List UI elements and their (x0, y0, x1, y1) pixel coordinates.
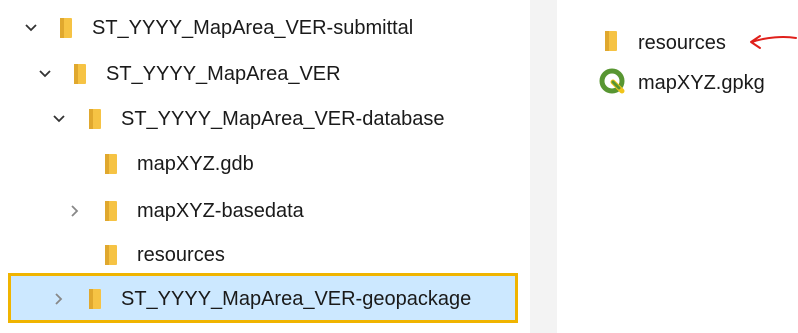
chevron-right-icon[interactable] (66, 202, 84, 220)
file-explorer-window: ST_YYYY_MapArea_VER-submittal ST_YYYY_Ma… (0, 0, 798, 333)
folder-icon (603, 30, 619, 52)
folder-icon (87, 288, 103, 310)
folder-icon (103, 200, 119, 222)
tree-item-label: ST_YYYY_MapArea_VER-submittal (92, 17, 414, 39)
folder-icon (103, 244, 119, 266)
tree-item-label: ST_YYYY_MapArea_VER (106, 63, 341, 85)
annotation-arrow-icon (750, 35, 797, 49)
folder-icon (58, 17, 74, 39)
tree-item-label: resources (137, 244, 225, 266)
qgis-icon (599, 68, 627, 96)
file-item-label: resources (638, 32, 726, 54)
folder-icon (72, 63, 88, 85)
chevron-down-icon[interactable] (22, 19, 40, 37)
chevron-right-icon[interactable] (50, 290, 68, 308)
tree-item-label: mapXYZ.gdb (137, 153, 254, 175)
folder-icon (87, 108, 103, 130)
chevron-down-icon[interactable] (36, 65, 54, 83)
tree-item-label: ST_YYYY_MapArea_VER-geopackage (121, 288, 472, 310)
file-item-label: mapXYZ.gpkg (638, 72, 765, 94)
tree-item-label: mapXYZ-basedata (137, 200, 304, 222)
folder-icon (103, 153, 119, 175)
navigation-tree-pane: ST_YYYY_MapArea_VER-submittal ST_YYYY_Ma… (0, 0, 530, 333)
pane-divider[interactable] (530, 0, 557, 333)
tree-item-label: ST_YYYY_MapArea_VER-database (121, 108, 445, 130)
chevron-down-icon[interactable] (50, 110, 68, 128)
